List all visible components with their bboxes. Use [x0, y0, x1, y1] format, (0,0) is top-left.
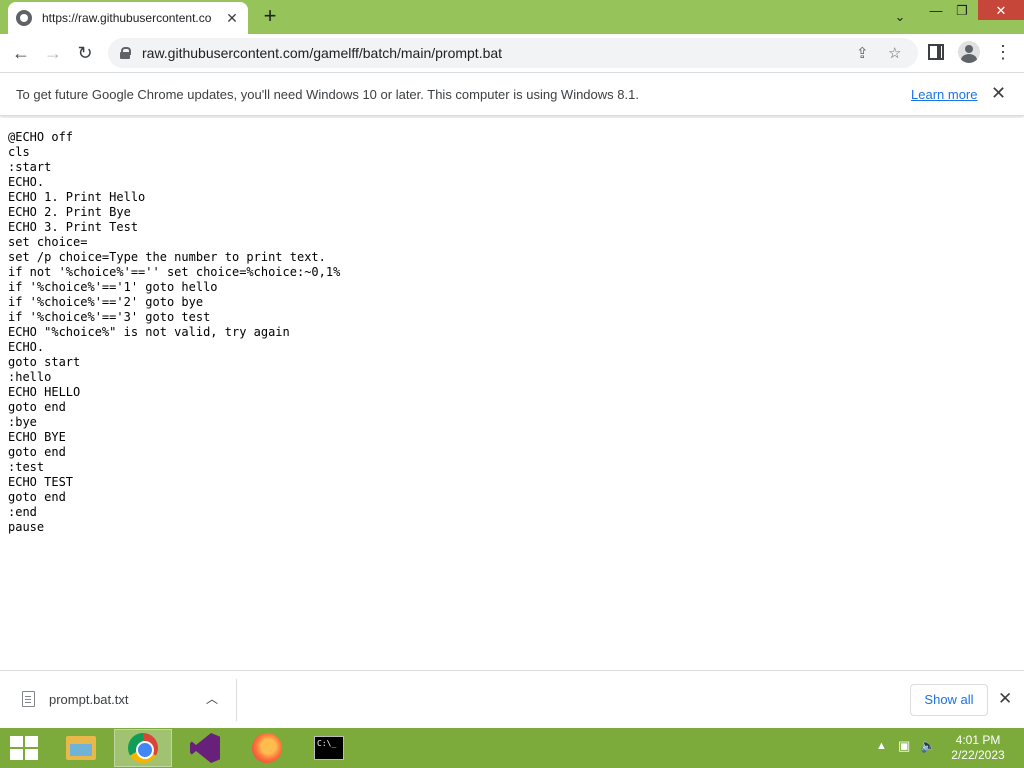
code-line: ECHO TEST: [8, 475, 74, 489]
code-line: goto start: [8, 355, 81, 369]
address-bar[interactable]: raw.githubusercontent.com/gamelff/batch/…: [108, 38, 918, 68]
code-line: set choice=: [8, 235, 88, 249]
clock-time: 4:01 PM: [955, 733, 1001, 747]
code-line: set /p choice=Type the number to print t…: [8, 250, 326, 264]
browser-toolbar: ← → ↻ raw.githubusercontent.com/gamelff/…: [0, 34, 1024, 72]
code-line: ECHO.: [8, 340, 45, 354]
chevron-up-icon[interactable]: ︿: [206, 690, 218, 707]
tab-search-chevron-icon[interactable]: ⌄: [884, 6, 916, 28]
reload-button[interactable]: ↻: [72, 40, 98, 66]
code-line: if '%choice%'=='2' goto bye: [8, 295, 204, 309]
clock-date: 2/22/2023: [951, 748, 1005, 762]
infobar-message: To get future Google Chrome updates, you…: [16, 87, 639, 102]
code-line: ECHO 2. Print Bye: [8, 205, 131, 219]
bookmark-star-icon[interactable]: ☆: [888, 44, 901, 62]
taskbar-file-explorer[interactable]: [52, 729, 110, 767]
tab-title: https://raw.githubusercontent.co: [42, 11, 212, 25]
code-line: :test: [8, 460, 45, 474]
download-shelf: prompt.bat.txt ︿ Show all ✕: [0, 670, 1024, 728]
url-text[interactable]: raw.githubusercontent.com/gamelff/batch/…: [142, 45, 502, 61]
code-line: ECHO HELLO: [8, 385, 81, 399]
taskbar-clock[interactable]: 4:01 PM 2/22/2023: [946, 733, 1010, 763]
browser-titlebar: https://raw.githubusercontent.co ✕ + ⌄ —…: [0, 0, 1024, 34]
code-line: ECHO "%choice%" is not valid, try again: [8, 325, 290, 339]
shelf-close-button[interactable]: ✕: [998, 689, 1012, 709]
code-line: if '%choice%'=='1' goto hello: [8, 280, 218, 294]
firefox-icon: [252, 733, 282, 763]
window-close-button[interactable]: ✕: [978, 0, 1024, 20]
code-line: :hello: [8, 370, 52, 384]
code-line: @ECHO off: [8, 130, 74, 144]
code-line: ECHO 3. Print Test: [8, 220, 139, 234]
code-line: ECHO 1. Print Hello: [8, 190, 146, 204]
lock-icon[interactable]: [120, 47, 131, 59]
code-line: :end: [8, 505, 37, 519]
network-icon[interactable]: ▣: [898, 738, 910, 754]
code-line: ECHO.: [8, 175, 45, 189]
file-icon: [22, 691, 35, 707]
new-tab-button[interactable]: +: [258, 4, 282, 28]
divider: [236, 679, 237, 721]
taskbar-visual-studio[interactable]: [176, 729, 234, 767]
tab-close-button[interactable]: ✕: [224, 10, 240, 27]
folder-icon: [66, 736, 96, 760]
page-content: @ECHO off cls:start ECHO. ECHO 1. Print Hel…: [0, 118, 1024, 670]
learn-more-link[interactable]: Learn more: [911, 87, 977, 102]
raw-file-text: @ECHO off cls:start ECHO. ECHO 1. Print Hel…: [8, 130, 340, 535]
cmd-icon: C:\_: [314, 736, 344, 760]
volume-icon[interactable]: 🔈: [920, 738, 936, 754]
forward-button[interactable]: →: [40, 40, 66, 66]
side-panel-icon[interactable]: [928, 44, 944, 60]
taskbar-firefox[interactable]: [238, 729, 296, 767]
code-line: goto end: [8, 445, 66, 459]
visual-studio-icon: [190, 733, 220, 763]
globe-icon: [16, 10, 32, 26]
tray-chevron-icon[interactable]: ▲: [876, 740, 887, 752]
code-line: pause: [8, 520, 45, 534]
infobar-close-button[interactable]: ✕: [991, 83, 1006, 104]
code-line: goto end: [8, 490, 66, 504]
code-line: if not '%choice%'=='' set choice=%choice…: [8, 265, 341, 279]
code-line: ECHO BYE: [8, 430, 66, 444]
restore-button[interactable]: ❐: [946, 0, 978, 22]
profile-avatar[interactable]: [958, 41, 980, 63]
back-button[interactable]: ←: [8, 40, 34, 66]
show-all-button[interactable]: Show all: [910, 684, 988, 716]
kebab-menu-icon[interactable]: ⋮: [994, 41, 1012, 63]
code-line: :start: [8, 160, 52, 174]
taskbar-chrome[interactable]: [114, 729, 172, 767]
code-line: cls: [8, 145, 30, 159]
update-infobar: To get future Google Chrome updates, you…: [0, 72, 1024, 116]
browser-tab[interactable]: https://raw.githubusercontent.co ✕: [8, 2, 248, 34]
windows-start-icon[interactable]: [10, 736, 38, 760]
taskbar-command-prompt[interactable]: C:\_: [300, 729, 358, 767]
code-line: :bye: [8, 415, 37, 429]
code-line: goto end: [8, 400, 66, 414]
download-item[interactable]: prompt.bat.txt: [49, 692, 128, 707]
chrome-icon: [128, 733, 158, 763]
code-line: if '%choice%'=='3' goto test: [8, 310, 211, 324]
windows-taskbar: C:\_ ▲ ▣ 🔈 4:01 PM 2/22/2023: [0, 728, 1024, 768]
share-icon[interactable]: ⇪: [856, 44, 869, 62]
